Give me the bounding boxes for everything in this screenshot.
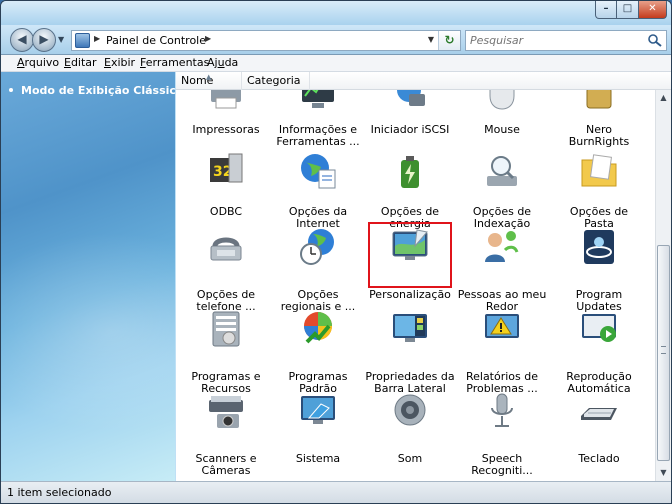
refresh-button[interactable]: ↻ [438,31,460,50]
column-category-label: Categoria [247,74,301,87]
menu-bar: Arquivo Editar Exibir Ferramentas Ajuda [1,55,671,72]
breadcrumb-separator-icon[interactable]: ▶ [94,34,100,43]
minimize-button[interactable]: – [595,1,617,19]
item-label-line2: Recogniti... [471,464,533,477]
vertical-scrollbar[interactable]: ▲ ▼ [655,90,671,481]
control-panel-window: – □ ✕ ◀ ▶ ▼ ▶ Painel de Controle ▶ ▼ ↻ A… [0,0,672,504]
control-panel-item[interactable]: Sistema [273,90,363,481]
menu-arquivo[interactable]: Arquivo [17,56,59,69]
control-panel-icon [75,33,90,48]
items-view: Nome ▲ Categoria Impressoras Informações … [176,72,671,481]
item-label: Som [397,452,423,465]
scanner-camera-icon [209,396,243,428]
forward-arrow-icon: ▶ [39,32,49,46]
speech-microphone-icon [491,393,513,427]
scroll-down-icon[interactable]: ▼ [656,465,671,481]
task-pane: Modo de Exibição Clássico [1,72,175,481]
control-panel-item[interactable]: Speech Recogniti... [457,90,547,481]
search-icon[interactable] [647,33,663,48]
column-name[interactable]: Nome ▲ [176,72,242,90]
item-label-line2: Câmeras [201,464,251,477]
menu-ferramentas[interactable]: Ferramentas [140,56,209,69]
icon-grid: Impressoras Informações e Ferramentas ... I… [176,90,655,481]
keyboard-icon [581,408,617,420]
breadcrumb-control-panel[interactable]: Painel de Controle [106,34,206,47]
column-category[interactable]: Categoria [242,72,310,90]
search-box[interactable] [465,30,667,51]
control-panel-item[interactable]: Teclado [554,90,644,481]
address-bar[interactable]: ▶ Painel de Controle ▶ ▼ ↻ [71,30,461,51]
column-header: Nome ▲ Categoria [176,72,671,90]
menu-editar[interactable]: Editar [64,56,97,69]
control-panel-item[interactable]: Som [365,90,455,481]
control-panel-item[interactable]: Scanners e Câmeras [181,90,271,481]
minimize-icon: – [603,3,609,14]
close-icon: ✕ [648,3,657,14]
address-dropdown-icon[interactable]: ▼ [428,35,434,44]
close-button[interactable]: ✕ [639,1,667,19]
item-label: Teclado [578,452,620,465]
scroll-thumb[interactable] [657,245,670,461]
menu-ajuda[interactable]: Ajuda [207,56,238,69]
title-bar: – □ ✕ [1,1,671,25]
scroll-up-icon[interactable]: ▲ [656,90,671,106]
sound-icon [394,394,426,426]
recent-pages-dropdown[interactable]: ▼ [58,35,64,44]
classic-view-link[interactable]: Modo de Exibição Clássico [21,84,175,97]
system-icon [301,396,335,424]
refresh-icon: ↻ [444,33,455,47]
status-text: 1 item selecionado [7,486,112,499]
sort-ascending-icon: ▲ [206,73,212,81]
status-bar: 1 item selecionado [1,481,671,503]
maximize-button[interactable]: □ [617,1,639,19]
search-input[interactable] [470,32,640,49]
breadcrumb-chevron-icon[interactable]: ▶ [205,34,211,43]
item-label: Sistema [295,452,341,465]
navigation-bar: ◀ ▶ ▼ ▶ Painel de Controle ▶ ▼ ↻ [1,25,671,55]
back-arrow-icon: ◀ [17,32,27,46]
forward-button[interactable]: ▶ [32,28,56,52]
back-button[interactable]: ◀ [10,28,34,52]
menu-exibir[interactable]: Exibir [104,56,135,69]
maximize-icon: □ [622,3,633,14]
bullet-icon [9,88,13,92]
